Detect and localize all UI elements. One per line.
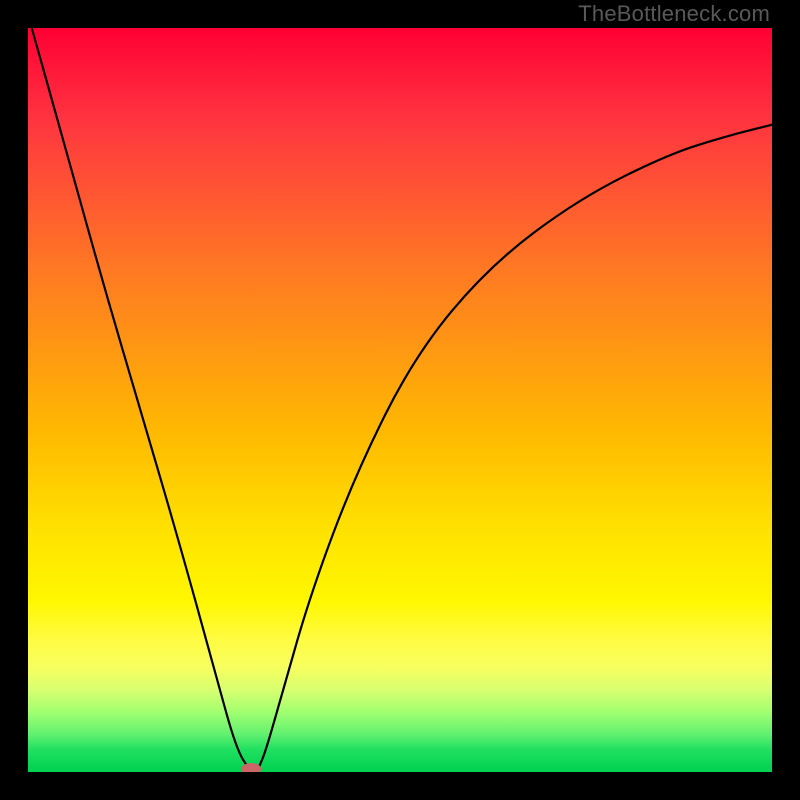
- plot-area: [28, 28, 772, 772]
- attribution-watermark: TheBottleneck.com: [578, 1, 770, 27]
- curve-layer: [28, 28, 772, 772]
- bottleneck-curve: [32, 28, 772, 772]
- chart-frame: TheBottleneck.com: [0, 0, 800, 800]
- optimum-marker: [241, 763, 261, 772]
